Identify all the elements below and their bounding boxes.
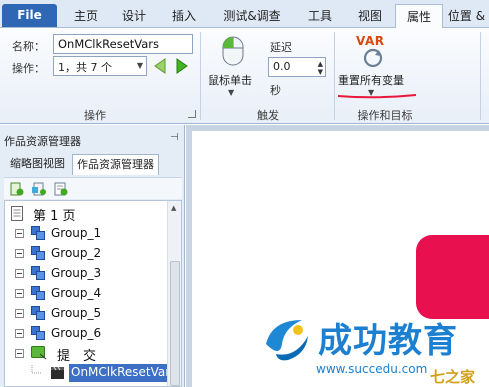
delay-value: 0.0 [273,60,291,73]
expand-icon[interactable] [15,269,24,278]
delay-input[interactable]: 0.0 ▲ ▼ [268,57,326,77]
tab-design[interactable]: 设计 [110,4,158,28]
chevron-down-icon: ▼ [136,61,143,70]
collapse-icon[interactable] [15,349,24,358]
tree-item-group[interactable]: Group_1 [5,223,165,243]
watermark-logo-icon [266,320,308,361]
group-icon [31,226,46,240]
tree-label-selected: OnMClkResetVars [69,364,169,382]
group-label-trigger: 触发 [257,109,279,122]
pin-icon[interactable]: ⊣ [170,132,179,143]
scroll-thumb[interactable] [170,261,180,386]
file-tab[interactable]: File [2,4,57,27]
tree-connector-icon [31,365,41,374]
reset-all-variables-label: 重置所有变量 [338,74,404,87]
tab-home[interactable]: 主页 [62,4,110,28]
tree-label: Group_6 [51,326,102,340]
group-divider [334,32,335,120]
tree-item-group[interactable]: Group_2 [5,243,165,263]
button-icon [31,346,47,360]
mouse-click-label: 鼠标单击 [208,74,252,87]
tab-properties[interactable]: 属性 [395,4,443,29]
group-divider [480,32,481,120]
clapperboard-icon [51,366,64,379]
expand-icon[interactable] [15,289,24,298]
tree-item-group[interactable]: Group_3 [5,263,165,283]
operation-label: 操作： [12,62,45,75]
tree-label: Group_2 [51,246,102,260]
explorer-tree: 第 1 页 Group_1 Group_2 Group_3 Group_4 Gr… [4,200,182,387]
mouse-icon [222,36,244,66]
spin-down-icon[interactable]: ▼ [318,68,323,76]
expand-icon[interactable] [15,249,24,258]
var-icon-text: VAR [356,34,385,48]
dialog-launcher-icon[interactable] [188,110,196,118]
spin-up-icon[interactable]: ▲ [318,60,323,68]
group-icon [31,306,46,320]
tree-item-group[interactable]: Group_5 [5,303,165,323]
panel-title: 作品资源管理器 [4,135,81,148]
red-underline-annotation [337,94,417,99]
seconds-label: 秒 [270,84,281,97]
expand-icon[interactable] [15,229,24,238]
tree-label: Group_5 [51,306,102,320]
tree-scrollbar[interactable]: ▲ [167,201,181,386]
scroll-up-icon[interactable]: ▲ [171,204,176,212]
page-icon [11,206,23,221]
group-label-action-target: 操作和目标 [357,109,413,122]
tree-label: 提 交 [57,349,97,364]
watermark-url: www.succedu.com [316,362,428,376]
ribbon-panel: 名称： OnMClkResetVars 操作： 1，共 7 个 ▼ 操作 鼠标单… [0,28,489,124]
tree-item-page[interactable]: 第 1 页 [5,203,165,224]
explorer-panel: 作品资源管理器 ⊣ 缩略图视图 作品资源管理器 第 1 页 Group_1 Gr… [0,125,185,387]
tree-item-group[interactable]: Group_4 [5,283,165,303]
operation-select[interactable]: 1，共 7 个 ▼ [53,56,147,76]
previous-action-icon[interactable] [152,57,168,75]
tab-insert[interactable]: 插入 [160,4,208,28]
reset-icon [363,48,383,68]
expand-icon[interactable] [15,329,24,338]
mouse-click-trigger-button[interactable]: 鼠标单击 ▼ [206,34,262,104]
red-shape[interactable] [416,235,489,319]
tree-item-action[interactable]: OnMClkResetVars [5,363,169,383]
tree-item-group[interactable]: Group_6 [5,323,165,343]
tab-test-debug[interactable]: 测试&调查 [212,4,292,28]
group-label-operation: 操作 [84,109,106,122]
tab-tools[interactable]: 工具 [296,4,344,28]
tab-view[interactable]: 视图 [346,4,394,28]
operation-select-value: 1，共 7 个 [58,61,112,74]
delay-label: 延迟 [270,41,292,54]
tree-label: Group_4 [51,286,102,300]
tab-thumbnail-view[interactable]: 缩略图视图 [6,154,69,174]
add-page-icon[interactable] [10,182,24,196]
tab-position[interactable]: 位置 & [444,4,489,28]
tree-label: 第 1 页 [33,209,76,224]
name-label: 名称： [12,40,45,53]
add-group-icon[interactable] [32,182,46,196]
expand-icon[interactable] [15,309,24,318]
name-input[interactable]: OnMClkResetVars [53,34,193,54]
tree-label: Group_1 [51,226,102,240]
group-icon [31,326,46,340]
group-icon [31,246,46,260]
next-action-icon[interactable] [174,57,190,75]
group-icon [31,286,46,300]
tree-label: Group_3 [51,266,102,280]
add-item-icon[interactable] [54,182,68,196]
explorer-toolbar [4,177,182,199]
group-divider [200,32,201,120]
chevron-down-icon: ▼ [228,88,235,97]
group-icon [31,266,46,280]
tab-project-explorer[interactable]: 作品资源管理器 [72,154,159,175]
tree-item-submit[interactable]: 提 交 [5,343,165,364]
watermark-brand: 七之家 [430,368,476,386]
ribbon-tab-bar: File 主页 设计 插入 测试&调查 工具 视图 属性 位置 & [0,0,489,29]
watermark-title: 成功教育 [318,321,458,361]
